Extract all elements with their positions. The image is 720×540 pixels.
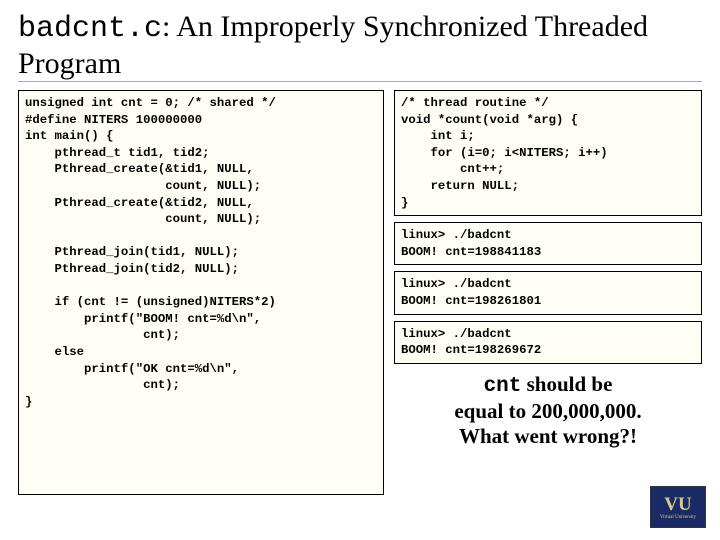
footnote-line2: equal to 200,000,000. [454, 399, 641, 423]
main-code-box: unsigned int cnt = 0; /* shared */ #defi… [18, 90, 384, 495]
footnote: cnt should be equal to 200,000,000. What… [394, 372, 702, 450]
right-column: /* thread routine */ void *count(void *a… [394, 90, 702, 495]
output-box-3: linux> ./badcnt BOOM! cnt=198269672 [394, 321, 702, 364]
vu-logo: VU Virtual University [650, 486, 706, 528]
title-filename: badcnt.c [18, 12, 162, 46]
output-box-1: linux> ./badcnt BOOM! cnt=198841183 [394, 222, 702, 265]
content-row: unsigned int cnt = 0; /* shared */ #defi… [18, 90, 702, 495]
slide-title: badcnt.c: An Improperly Synchronized Thr… [18, 10, 702, 82]
vu-logo-subtext: Virtual University [660, 515, 696, 520]
output-box-2: linux> ./badcnt BOOM! cnt=198261801 [394, 271, 702, 314]
title-underline: badcnt.c: An Improperly Synchronized Thr… [18, 10, 702, 82]
vu-logo-text: VU [664, 495, 691, 514]
footnote-line1-rest: should be [521, 372, 612, 396]
slide: badcnt.c: An Improperly Synchronized Thr… [0, 0, 720, 540]
footnote-cnt: cnt [484, 375, 522, 398]
footnote-line3: What went wrong?! [459, 424, 637, 448]
thread-routine-box: /* thread routine */ void *count(void *a… [394, 90, 702, 216]
